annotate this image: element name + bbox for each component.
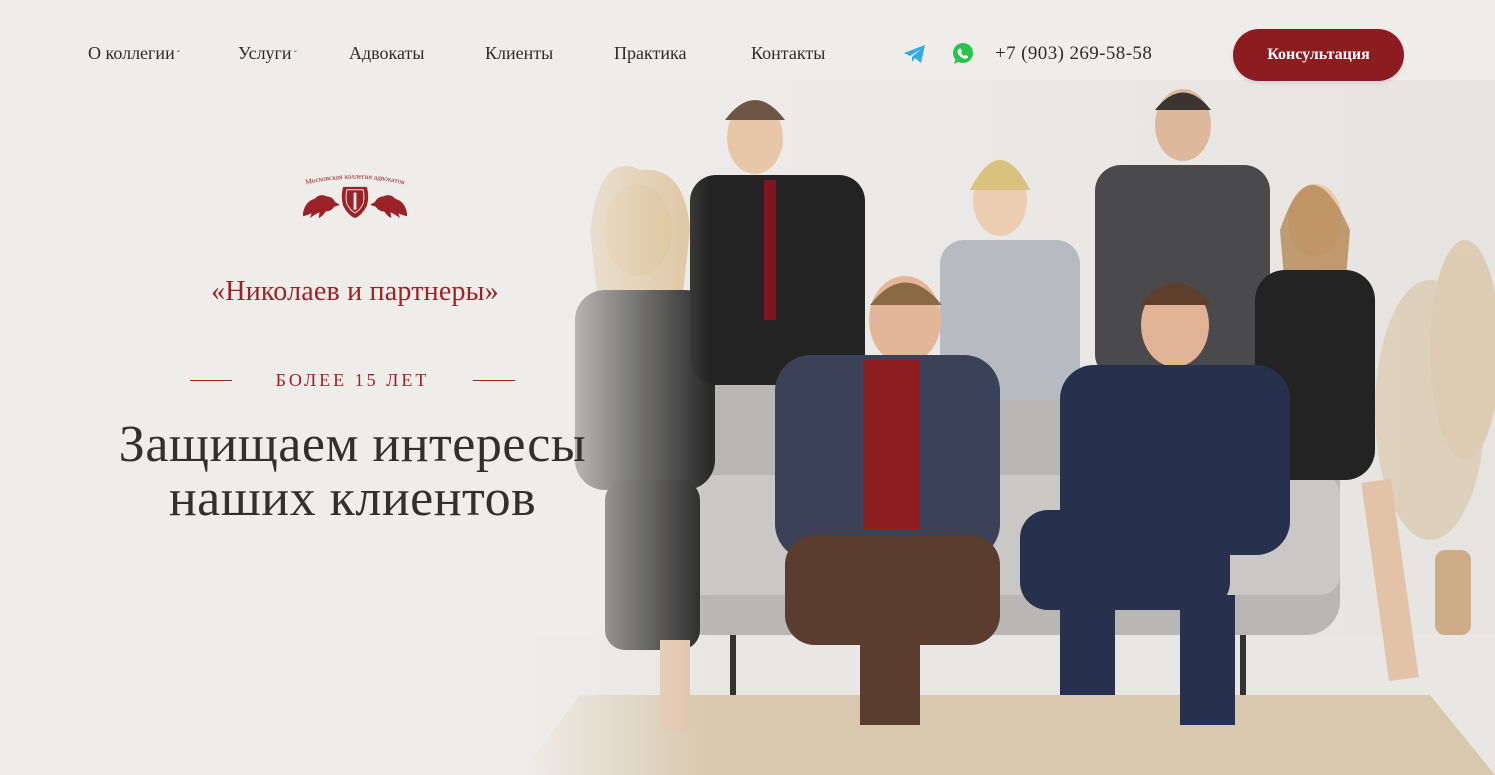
nav-item-clients[interactable]: Клиенты	[485, 43, 553, 64]
logo-emblem: Московская коллегия адвокатов	[303, 172, 407, 219]
hero-eyebrow-text: БОЛЕЕ 15 ЛЕТ	[275, 370, 430, 390]
whatsapp-icon[interactable]	[950, 41, 976, 67]
nav-item-about[interactable]: О коллегии ˇ	[88, 43, 180, 64]
chevron-down-icon: ˇ	[176, 50, 181, 61]
divider-line-left	[190, 380, 232, 381]
hero-headline: Защищаем интересы наших клиентов	[118, 416, 587, 527]
brand-logo[interactable]: Московская коллегия адвокатов «Николаев …	[190, 168, 520, 318]
telegram-icon[interactable]	[902, 41, 928, 67]
hero-eyebrow: БОЛЕЕ 15 ЛЕТ	[190, 370, 515, 391]
nav-item-about-label: О коллегии	[88, 43, 175, 63]
phone-number[interactable]: +7 (903) 269-58-58	[995, 43, 1152, 65]
consultation-button[interactable]: Консультация	[1233, 29, 1404, 81]
logo-top-text: Московская коллегия адвокатов	[304, 172, 406, 187]
divider-line-right	[473, 380, 515, 381]
chevron-down-icon: ˇ	[293, 50, 297, 61]
nav-item-services[interactable]: Услуги ˇ	[238, 43, 297, 64]
nav-item-lawyers[interactable]: Адвокаты	[349, 43, 425, 64]
nav-item-services-label: Услуги	[238, 43, 292, 63]
team-photo	[520, 80, 1495, 775]
nav-item-contacts[interactable]: Контакты	[751, 43, 825, 64]
nav-item-practice[interactable]: Практика	[614, 43, 686, 64]
logo-name: «Николаев и партнеры»	[211, 276, 499, 307]
site-header: О коллегии ˇ Услуги ˇ Адвокаты Клиенты Пра…	[0, 0, 1495, 108]
